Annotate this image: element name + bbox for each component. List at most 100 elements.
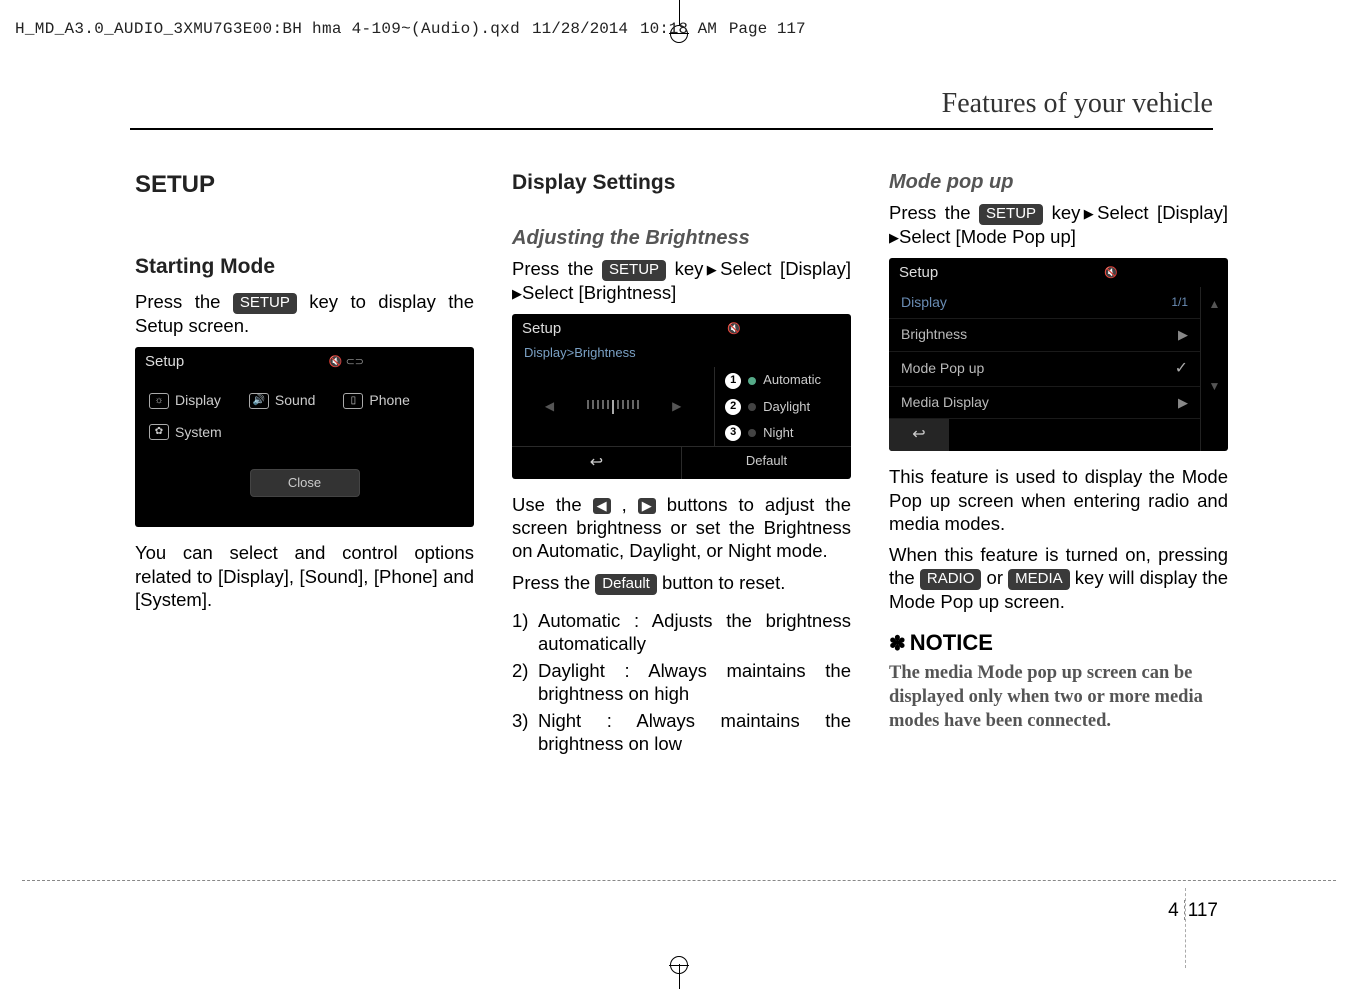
text: Press the bbox=[889, 202, 979, 223]
text: Press the bbox=[512, 572, 595, 593]
triangle-icon: ▶ bbox=[1080, 206, 1097, 221]
display-icon: ☼ bbox=[149, 393, 169, 409]
text: Press the bbox=[135, 291, 233, 312]
ss-row-2: ✿ System bbox=[135, 418, 474, 450]
ss-default-button: Default bbox=[682, 447, 851, 479]
ss-title-text: Setup bbox=[145, 353, 184, 372]
text: Select [Brightness] bbox=[522, 282, 676, 303]
label: Phone bbox=[369, 392, 409, 410]
label: Sound bbox=[275, 392, 315, 410]
heading-adjust-brightness: Adjusting the Brightness bbox=[512, 226, 851, 251]
ss-back-button: ↩ bbox=[889, 419, 949, 451]
radio-key-label: RADIO bbox=[920, 569, 982, 590]
brightness-slider bbox=[558, 400, 668, 414]
opt-daylight: 2 Daylight bbox=[715, 394, 851, 420]
ss-title: Setup 🔇 bbox=[889, 258, 1228, 287]
notice-heading: ✽NOTICE bbox=[889, 629, 1228, 657]
text: button to reset. bbox=[657, 572, 786, 593]
right-arrow-button: ▶ bbox=[638, 498, 656, 514]
heading-display-settings: Display Settings bbox=[512, 170, 851, 196]
text: Select [Mode Pop up] bbox=[899, 226, 1076, 247]
radio-dot bbox=[748, 403, 756, 411]
ss-title-text: Setup bbox=[899, 264, 938, 283]
notice-star-icon: ✽ bbox=[889, 633, 906, 655]
heading-mode-popup: Mode pop up bbox=[889, 170, 1228, 195]
para-press-setup: Press the SETUP key to display the Setup… bbox=[135, 290, 474, 337]
scroll-down-icon: ▼ bbox=[1201, 369, 1228, 451]
ss-footer: ↩ Default bbox=[512, 446, 851, 479]
check-icon: ✓ bbox=[1175, 359, 1188, 379]
text: Use the bbox=[512, 494, 593, 515]
callout-3: 3 bbox=[725, 425, 741, 441]
para-options: You can select and control options relat… bbox=[135, 541, 474, 610]
sound-icon: 🔊 bbox=[249, 393, 269, 409]
triangle-icon: ▶ bbox=[703, 262, 720, 277]
opt-automatic: 1 Automatic bbox=[715, 367, 851, 393]
list-text: Automatic : Adjusts the brightness autom… bbox=[538, 609, 851, 655]
ss-status-icons: 🔇 bbox=[727, 323, 741, 337]
section-number: 4 bbox=[1168, 900, 1179, 921]
label: Display bbox=[175, 392, 221, 410]
label: Automatic bbox=[763, 372, 821, 388]
list-item: 3)Night : Always maintains the brightnes… bbox=[512, 709, 851, 755]
label: Daylight bbox=[763, 399, 810, 415]
para-press-default: Press the Default button to reset. bbox=[512, 571, 851, 595]
system-icon: ✿ bbox=[149, 424, 169, 440]
media-key-label: MEDIA bbox=[1008, 569, 1070, 590]
slug-time: 10:18 AM bbox=[640, 20, 717, 38]
ss-row-display: Display1/1 bbox=[889, 287, 1200, 320]
slug-date: 11/28/2014 bbox=[532, 20, 628, 38]
page-header: Features of your vehicle bbox=[942, 88, 1213, 120]
slider-right-icon: ▶ bbox=[672, 399, 681, 414]
list-item: 2)Daylight : Always maintains the bright… bbox=[512, 659, 851, 705]
header-rule bbox=[130, 128, 1213, 130]
content-columns: SETUP Starting Mode Press the SETUP key … bbox=[135, 170, 1228, 759]
header-title: Features of your vehicle bbox=[942, 88, 1213, 119]
label: Mode Pop up bbox=[901, 360, 984, 378]
para-press-setup-2: Press the SETUP key▶Select [Display] ▶Se… bbox=[512, 257, 851, 304]
slug-line: H_MD_A3.0_AUDIO_3XMU7G3E00:BH hma 4-109~… bbox=[15, 20, 806, 38]
triangle-icon: ▶ bbox=[512, 286, 522, 301]
ss-title: Setup 🔇 ⊂⊃ bbox=[135, 347, 474, 376]
crop-mark-bottom bbox=[664, 949, 694, 989]
label: System bbox=[175, 424, 222, 442]
text: key bbox=[1043, 202, 1080, 223]
screenshot-mode-popup: Setup 🔇 Display1/1 Brightness▶ Mode Pop … bbox=[889, 258, 1228, 451]
ss-title: Setup 🔇 bbox=[512, 314, 851, 343]
ss-item-system: ✿ System bbox=[149, 424, 222, 442]
setup-key-label: SETUP bbox=[233, 293, 297, 314]
slug-page: Page 117 bbox=[729, 20, 806, 38]
ss-row-mode-popup: Mode Pop up ✓ bbox=[889, 352, 1200, 387]
list-text: Daylight : Always maintains the brightne… bbox=[538, 659, 851, 705]
label: Media Display bbox=[901, 394, 989, 412]
para-feature-desc: This feature is used to display the Mode… bbox=[889, 465, 1228, 534]
slider-ticks bbox=[558, 400, 668, 414]
column-2: Display Settings Adjusting the Brightnes… bbox=[512, 170, 851, 759]
ss-slider-area: ◀ ▶ bbox=[512, 367, 714, 446]
heading-starting-mode: Starting Mode bbox=[135, 254, 474, 280]
chevron-right-icon: ▶ bbox=[1178, 395, 1188, 411]
ss-row-brightness: Brightness▶ bbox=[889, 319, 1200, 352]
ss-back-button: ↩ bbox=[512, 447, 682, 479]
text: Press the bbox=[512, 258, 602, 279]
ss-options: 1 Automatic 2 Daylight 3 Night bbox=[714, 367, 851, 446]
para-use-buttons: Use the ◀ , ▶ buttons to adjust the scre… bbox=[512, 493, 851, 562]
column-3: Mode pop up Press the SETUP key▶Select [… bbox=[889, 170, 1228, 759]
page-number: 4117 bbox=[1168, 900, 1218, 922]
ss-status-icons: 🔇 ⊂⊃ bbox=[329, 356, 364, 370]
triangle-icon: ▶ bbox=[889, 230, 899, 245]
cut-line bbox=[22, 880, 1336, 881]
crop-cross-bottom bbox=[669, 965, 689, 966]
label: Night bbox=[763, 425, 793, 441]
callout-2: 2 bbox=[725, 399, 741, 415]
screenshot-brightness: Setup 🔇 Display>Brightness ◀ ▶ 1Automati… bbox=[512, 314, 851, 479]
slug-file: H_MD_A3.0_AUDIO_3XMU7G3E00:BH hma 4-109~… bbox=[15, 20, 520, 38]
scroll-up-icon: ▲ bbox=[1201, 287, 1228, 369]
ss-status-icons: 🔇 bbox=[1104, 267, 1118, 281]
ss-close-button: Close bbox=[250, 469, 360, 497]
list-item: 1)Automatic : Adjusts the brightness aut… bbox=[512, 609, 851, 655]
text: Select [Display] bbox=[720, 258, 851, 279]
callout-1: 1 bbox=[725, 373, 741, 389]
heading-setup: SETUP bbox=[135, 170, 474, 200]
ss-title-text: Setup bbox=[522, 320, 561, 339]
